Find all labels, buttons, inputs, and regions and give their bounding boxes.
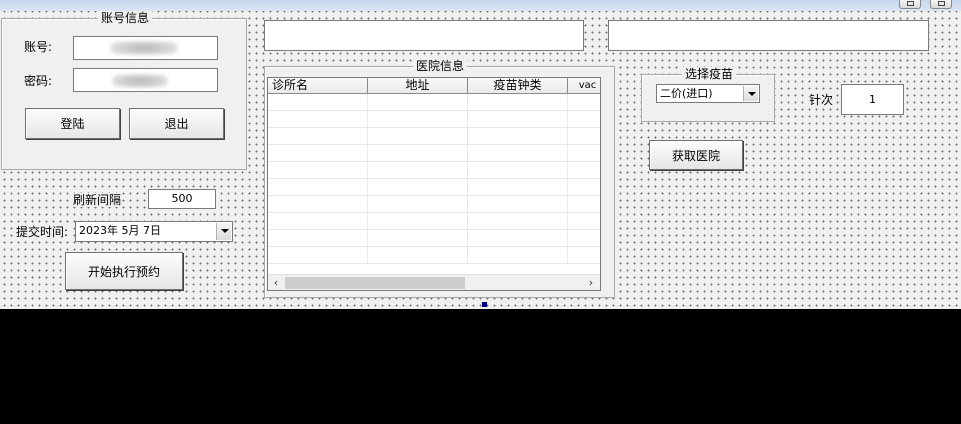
table-cell[interactable]	[268, 196, 368, 213]
account-group-title: 账号信息	[98, 11, 153, 25]
table-row[interactable]	[268, 196, 600, 213]
arrow-right-icon[interactable]: ›	[585, 277, 597, 289]
logout-button[interactable]: 退出	[129, 108, 224, 139]
table-cell[interactable]	[568, 179, 600, 196]
table-cell[interactable]	[568, 213, 600, 230]
login-button[interactable]: 登陆	[25, 108, 120, 139]
table-row[interactable]	[268, 179, 600, 196]
table-cell[interactable]	[368, 111, 468, 128]
get-hospital-button[interactable]: 获取医院	[649, 140, 743, 170]
table-cell[interactable]	[568, 128, 600, 145]
horizontal-scrollbar[interactable]: ‹ ›	[268, 274, 600, 290]
column-header-clinic[interactable]: 诊所名	[268, 78, 368, 94]
table-cell[interactable]	[568, 247, 600, 264]
top-right-field[interactable]	[608, 20, 929, 51]
submit-time-label: 提交时间:	[15, 225, 70, 239]
tile-button[interactable]	[930, 0, 952, 9]
table-cell[interactable]	[268, 230, 368, 247]
table-cell[interactable]	[468, 94, 568, 111]
scrollbar-thumb[interactable]	[285, 277, 465, 289]
account-input[interactable]	[73, 36, 218, 60]
table-row[interactable]	[268, 213, 600, 230]
submit-time-datepicker[interactable]: 2023年 5月 7日	[75, 221, 233, 242]
table-row[interactable]	[268, 247, 600, 264]
table-cell[interactable]	[268, 145, 368, 162]
hospital-groupbox: 医院信息 诊所名 地址 疫苗钟类 vac ‹ ›	[264, 59, 615, 298]
table-cell[interactable]	[468, 145, 568, 162]
table-cell[interactable]	[468, 230, 568, 247]
restore-button[interactable]	[899, 0, 921, 9]
account-label: 账号:	[24, 40, 53, 54]
table-cell[interactable]	[468, 247, 568, 264]
refresh-interval-input[interactable]: 500	[148, 189, 216, 209]
table-row[interactable]	[268, 230, 600, 247]
table-row[interactable]	[268, 145, 600, 162]
table-cell[interactable]	[568, 196, 600, 213]
table-cell[interactable]	[468, 196, 568, 213]
account-redaction	[110, 41, 178, 55]
table-cell[interactable]	[368, 128, 468, 145]
table-cell[interactable]	[368, 179, 468, 196]
table-cell[interactable]	[268, 128, 368, 145]
table-cell[interactable]	[268, 179, 368, 196]
password-redaction	[112, 74, 168, 88]
table-cell[interactable]	[368, 162, 468, 179]
table-row[interactable]	[268, 162, 600, 179]
hospital-grid-body	[268, 94, 600, 264]
table-cell[interactable]	[568, 94, 600, 111]
hospital-grid-header: 诊所名 地址 疫苗钟类 vac	[268, 78, 600, 94]
table-cell[interactable]	[468, 162, 568, 179]
top-left-field[interactable]	[264, 20, 584, 51]
submit-time-value: 2023年 5月 7日	[79, 224, 161, 237]
restore-icon	[907, 1, 914, 6]
account-groupbox: 账号信息 账号: 密码: 登陆 退出	[1, 11, 247, 170]
table-cell[interactable]	[268, 247, 368, 264]
chevron-down-icon[interactable]	[216, 223, 231, 240]
chevron-down-icon[interactable]	[743, 86, 758, 101]
table-cell[interactable]	[368, 145, 468, 162]
table-cell[interactable]	[468, 111, 568, 128]
table-cell[interactable]	[268, 162, 368, 179]
password-label: 密码:	[24, 74, 53, 88]
hospital-group-title: 医院信息	[413, 59, 468, 73]
table-cell[interactable]	[268, 213, 368, 230]
selection-handle[interactable]	[482, 302, 487, 307]
column-header-vac[interactable]: vac	[568, 78, 600, 94]
table-row[interactable]	[268, 128, 600, 145]
table-cell[interactable]	[468, 213, 568, 230]
outside-area	[0, 309, 961, 424]
table-row[interactable]	[268, 94, 600, 111]
refresh-interval-label: 刷新间隔	[72, 193, 123, 207]
hospital-grid[interactable]: 诊所名 地址 疫苗钟类 vac ‹ ›	[267, 77, 601, 291]
start-booking-button[interactable]: 开始执行预约	[65, 252, 183, 290]
table-cell[interactable]	[368, 230, 468, 247]
table-cell[interactable]	[468, 179, 568, 196]
table-cell[interactable]	[568, 162, 600, 179]
dose-label: 针次	[808, 93, 835, 107]
table-cell[interactable]	[568, 111, 600, 128]
table-cell[interactable]	[268, 94, 368, 111]
vaccine-selected-value: 二价(进口)	[660, 87, 713, 100]
window-top-strip	[0, 0, 961, 11]
dose-input[interactable]: 1	[841, 84, 904, 115]
table-cell[interactable]	[368, 94, 468, 111]
column-header-address[interactable]: 地址	[368, 78, 468, 94]
table-row[interactable]	[268, 111, 600, 128]
vaccine-groupbox: 选择疫苗 二价(进口)	[641, 67, 775, 122]
table-cell[interactable]	[268, 111, 368, 128]
table-cell[interactable]	[568, 145, 600, 162]
table-cell[interactable]	[468, 128, 568, 145]
password-input[interactable]	[73, 68, 218, 92]
table-cell[interactable]	[368, 196, 468, 213]
arrow-left-icon[interactable]: ‹	[270, 277, 282, 289]
column-header-vaccine-type[interactable]: 疫苗钟类	[468, 78, 568, 94]
vaccine-group-title: 选择疫苗	[682, 67, 737, 81]
tile-icon	[938, 1, 945, 6]
table-cell[interactable]	[368, 213, 468, 230]
vaccine-select[interactable]: 二价(进口)	[656, 84, 760, 103]
table-cell[interactable]	[568, 230, 600, 247]
form-designer-surface: 账号信息 账号: 密码: 登陆 退出 刷新间隔 500 提交时间: 2023年 …	[0, 0, 961, 309]
table-cell[interactable]	[368, 247, 468, 264]
